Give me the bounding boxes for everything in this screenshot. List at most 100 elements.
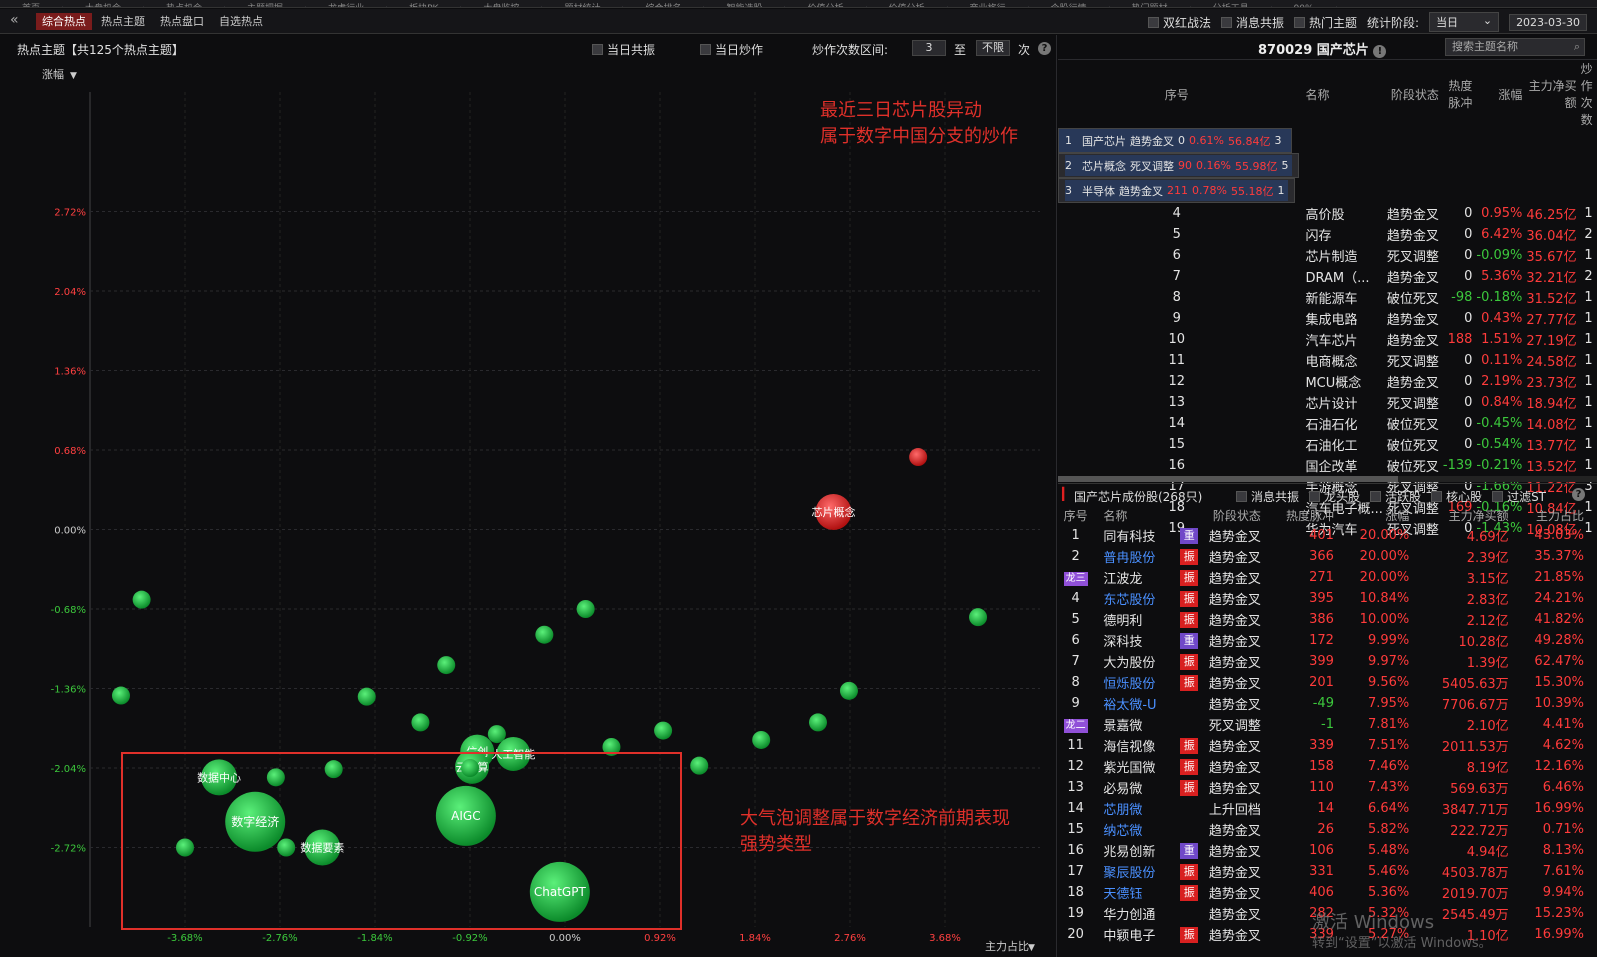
column-header[interactable]: 主力占比 <box>1513 505 1588 525</box>
table-row[interactable]: 2 芯片概念 死叉调整 90 0.16% 55.98亿 5 <box>1058 153 1300 178</box>
bubble[interactable] <box>437 656 456 675</box>
column-header[interactable]: 阶段状态 <box>1186 505 1265 525</box>
help-icon[interactable]: ? <box>1572 488 1585 501</box>
range-to-input[interactable]: 不限 <box>976 40 1010 56</box>
stock-row[interactable]: 16 兆易创新重趋势金叉 106 5.48% 4.94亿 8.13% <box>1058 840 1588 861</box>
column-header[interactable]: 涨幅 <box>1338 505 1413 525</box>
bubble-circle[interactable] <box>969 608 988 627</box>
stock-row[interactable]: 13 必易微振趋势金叉 110 7.43% 569.63万 6.46% <box>1058 777 1588 798</box>
stock-row[interactable]: 龙三 江波龙振趋势金叉 271 20.00% 3.15亿 21.85% <box>1058 567 1588 588</box>
bubble-circle[interactable] <box>839 681 858 700</box>
info-icon[interactable]: ! <box>1373 45 1387 58</box>
menu-item[interactable]: 大盘机会 <box>63 5 145 7</box>
bubble[interactable] <box>969 608 988 627</box>
stock-name[interactable]: 普冉股份 <box>1097 546 1186 567</box>
table-row[interactable]: 5 闪存 趋势金叉 0 6.42% 36.04亿 2 <box>1058 224 1597 245</box>
stock-row[interactable]: 15 纳芯微 趋势金叉 26 5.82% 222.72万 0.71% <box>1058 819 1588 840</box>
bubble-circle[interactable] <box>576 600 595 618</box>
menu-item[interactable]: 题材统计 <box>542 5 624 7</box>
column-header[interactable]: 名称 <box>1299 60 1386 128</box>
column-header[interactable]: 主力净买额 <box>1413 505 1512 525</box>
stage-select[interactable]: 当日 ⌄ <box>1429 12 1500 32</box>
column-header[interactable]: 炒作次数 <box>1581 60 1597 128</box>
table-row[interactable]: 8 新能源车 破位死叉 -98 -0.18% 31.52亿 1 <box>1058 287 1597 308</box>
menu-item[interactable]: 价值分析 <box>867 5 948 7</box>
y-axis-title[interactable]: 涨幅 <box>42 68 64 81</box>
table-row[interactable]: 14 石油石化 破位死叉 0 -0.45% 14.08亿 1 <box>1058 413 1597 434</box>
menu-item[interactable]: 个股行情 <box>1029 5 1110 7</box>
table-row[interactable]: 3 半导体 趋势金叉 211 0.78% 55.18亿 1 <box>1058 178 1296 203</box>
bubble[interactable] <box>357 687 376 706</box>
tab-hot-topic[interactable]: 热点主题 <box>95 13 151 30</box>
table-row[interactable]: 11 电商概念 死叉调整 0 0.11% 24.58亿 1 <box>1058 350 1597 371</box>
scrollbar-thumb[interactable] <box>1058 476 1398 482</box>
bubble[interactable] <box>752 730 771 749</box>
menu-item[interactable]: 首页 <box>0 5 64 7</box>
same-day-hype-option[interactable]: 当日炒作 <box>700 41 763 58</box>
filter-option[interactable]: 核心股 <box>1431 488 1482 505</box>
stock-row[interactable]: 龙二 景嘉微 死叉调整 -1 7.81% 2.10亿 4.41% <box>1058 714 1588 735</box>
double-red-option[interactable]: 双红战法 <box>1147 14 1211 31</box>
stock-row[interactable]: 4 东芯股份振趋势金叉 395 10.84% 2.83亿 24.21% <box>1058 588 1588 609</box>
double-chevron-left-icon[interactable]: « <box>10 12 19 28</box>
stock-name[interactable]: 中颖电子 <box>1097 924 1186 945</box>
menu-item[interactable]: 热点机会 <box>144 5 226 7</box>
same-day-resonance-option[interactable]: 当日共振 <box>592 41 655 58</box>
bubble[interactable] <box>654 721 673 740</box>
stock-row[interactable]: 11 海信视像振趋势金叉 339 7.51% 2011.53万 4.62% <box>1058 735 1588 756</box>
menu-item[interactable]: 分析工具 <box>1191 5 1272 7</box>
stock-name[interactable]: 同有科技 <box>1097 525 1186 546</box>
table-row[interactable]: 1 国产芯片 趋势金叉 0 0.61% 56.84亿 3 <box>1058 128 1293 153</box>
stock-row[interactable]: 9 裕太微-U 趋势金叉 -49 7.95% 7706.67万 10.39% <box>1058 693 1588 714</box>
stock-name[interactable]: 大为股份 <box>1097 651 1186 672</box>
search-input[interactable]: 搜索主题名称 ⌕ <box>1445 38 1585 56</box>
table-row[interactable]: 16 国企改革 破位死叉 -139 -0.21% 13.52亿 1 <box>1058 455 1597 476</box>
filter-option[interactable]: 消息共振 <box>1236 488 1299 505</box>
stock-name[interactable]: 必易微 <box>1097 777 1186 798</box>
tab-watchlist-hotspot[interactable]: 自选热点 <box>213 13 269 30</box>
menu-item[interactable]: 综合排名 <box>623 5 705 7</box>
menu-item[interactable]: 板块PK <box>387 5 462 7</box>
date-field[interactable]: 2023-03-30 <box>1509 13 1587 31</box>
stock-name[interactable]: 裕太微-U <box>1097 693 1186 714</box>
menu-item[interactable]: 商业旅行 <box>948 5 1029 7</box>
stock-row[interactable]: 18 天德钰振趋势金叉 406 5.36% 2019.70万 9.94% <box>1058 882 1588 903</box>
bubble-circle[interactable] <box>909 448 928 467</box>
bubble[interactable] <box>111 686 130 705</box>
stock-name[interactable]: 聚辰股份 <box>1097 861 1186 882</box>
filter-option[interactable]: 活跃股 <box>1370 488 1421 505</box>
table-row[interactable]: 9 集成电路 趋势金叉 0 0.43% 27.77亿 1 <box>1058 308 1597 329</box>
stock-name[interactable]: 天德钰 <box>1097 882 1186 903</box>
stock-name[interactable]: 深科技 <box>1097 630 1186 651</box>
bubble-circle[interactable] <box>690 756 709 775</box>
stock-row[interactable]: 5 德明利振趋势金叉 386 10.00% 2.12亿 41.82% <box>1058 609 1588 630</box>
table-row[interactable]: 15 石油化工 破位死叉 0 -0.54% 13.77亿 1 <box>1058 434 1597 455</box>
bubble[interactable] <box>909 448 928 467</box>
bubble-circle[interactable] <box>752 730 771 749</box>
stock-row[interactable]: 8 恒烁股份振趋势金叉 201 9.56% 5405.63万 15.30% <box>1058 672 1588 693</box>
bubble[interactable] <box>535 625 554 644</box>
bubble-circle[interactable] <box>654 721 673 740</box>
menu-item[interactable]: 热门题材 <box>1110 5 1191 7</box>
bubble[interactable]: 芯片概念 <box>811 493 855 530</box>
column-header[interactable]: 热度脉冲 <box>1265 505 1338 525</box>
stock-name[interactable]: 紫光国微 <box>1097 756 1186 777</box>
table-row[interactable]: 13 芯片设计 死叉调整 0 0.84% 18.94亿 1 <box>1058 392 1597 413</box>
stock-name[interactable]: 恒烁股份 <box>1097 672 1186 693</box>
chevron-down-icon[interactable]: ▼ <box>70 71 77 81</box>
bubble-circle[interactable] <box>535 625 554 644</box>
stock-name[interactable]: 纳芯微 <box>1097 819 1186 840</box>
filter-option[interactable]: 龙头股 <box>1309 488 1360 505</box>
main-menubar[interactable]: 首页大盘机会热点机会主题把握龙虎行业板块PK大盘监控题材统计综合排名智能选股价值… <box>0 0 1597 8</box>
chevron-down-icon[interactable]: ▼ <box>1028 943 1035 953</box>
menu-item[interactable]: 主题把握 <box>225 5 307 7</box>
column-header[interactable]: 序号 <box>1058 60 1299 128</box>
table-row[interactable]: 7 DRAM（... 趋势金叉 0 5.36% 32.21亿 2 <box>1058 266 1597 287</box>
stock-name[interactable]: 江波龙 <box>1097 567 1186 588</box>
stock-name[interactable]: 兆易创新 <box>1097 840 1186 861</box>
help-icon[interactable]: ? <box>1038 42 1051 55</box>
stock-name[interactable]: 芯朋微 <box>1097 798 1186 819</box>
column-header[interactable]: 涨幅 <box>1476 60 1526 128</box>
stock-row[interactable]: 6 深科技重趋势金叉 172 9.99% 10.28亿 49.28% <box>1058 630 1588 651</box>
bubble[interactable] <box>132 590 151 609</box>
